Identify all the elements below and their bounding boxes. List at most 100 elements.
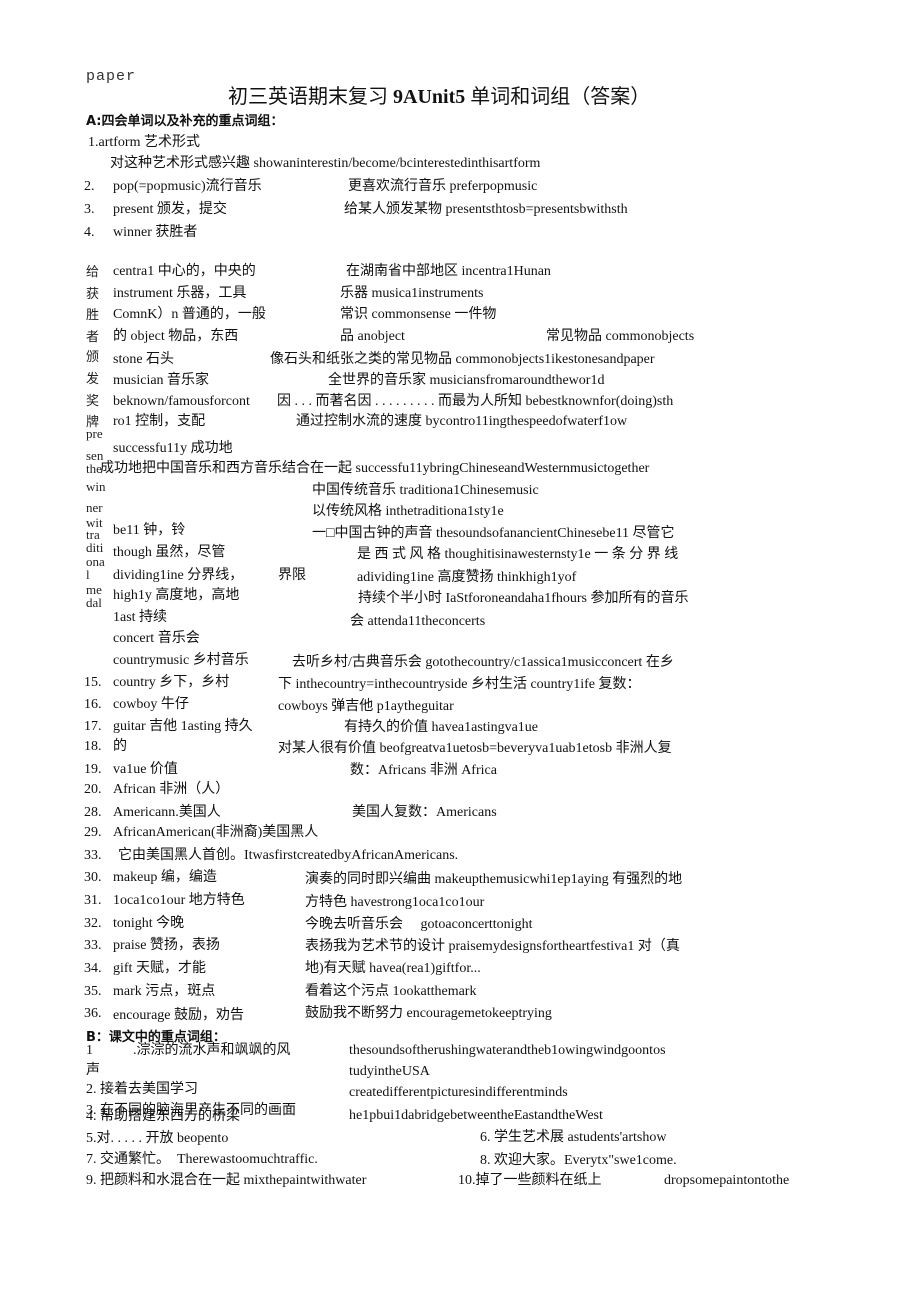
vocab-text: 看着这个污点 1ookatthemark	[305, 984, 477, 999]
vocab-text: 31.	[84, 893, 102, 908]
vocab-text: countrymusic 乡村音乐	[113, 653, 249, 668]
vocab-text: 成功地把中国音乐和西方音乐结合在一起 successfu11ybringChin…	[100, 461, 650, 476]
section-a-heading: A:四会单词以及补充的重点词组：	[86, 114, 284, 129]
phrase-text: .淙淙的流水声和飒飒的风	[133, 1043, 291, 1058]
vocab-text: dividing1ine 分界线，	[113, 568, 244, 583]
vocab-text: AfricanAmerican(非洲裔)美国黑人	[113, 825, 319, 840]
vocab-text: 1oca1co1our 地方特色	[113, 893, 245, 908]
vocab-text: 全世界的音乐家 musiciansfromaroundthewor1d	[328, 373, 605, 388]
vocab-text: tonight 今晚	[113, 916, 185, 931]
margin-fragment: pre	[86, 426, 103, 441]
vocab-text: musician 音乐家	[113, 373, 210, 388]
margin-fragment: 颁	[86, 349, 100, 364]
title-part: 初三英语期末复习	[228, 86, 393, 108]
vocab-text: 30.	[84, 870, 102, 885]
vocab-text: 常识 commonsense 一件物	[340, 307, 497, 322]
phrase-text: 6. 学生艺术展 astudents'artshow	[480, 1130, 667, 1145]
vocab-text: 33.	[84, 938, 102, 953]
vocab-text: 一□中国古钟的声音 thesoundsofanancientChinesebe1…	[312, 526, 675, 541]
vocab-text: 3.	[84, 202, 95, 217]
vocab-text: 29.	[84, 825, 102, 840]
margin-fragment: win	[86, 479, 106, 494]
vocab-text: 更喜欢流行音乐 preferpopmusic	[348, 179, 538, 194]
vocab-text: 表扬我为艺术节的设计 praisemydesignsfortheartfesti…	[305, 939, 680, 954]
vocab-text: ComnK）n 普通的，一般	[113, 307, 266, 322]
phrase-text: 9. 把颜料和水混合在一起 mixthepaintwithwater	[86, 1173, 367, 1188]
phrase-text: dropsomepaintontothe	[664, 1173, 790, 1188]
vocab-text: 1.artform 艺术形式	[88, 135, 200, 150]
vocab-text: 常见物品 commonobjects	[546, 329, 695, 344]
vocab-text: 演奏的同时即兴编曲 makeupthemusicwhi1ep1aying 有强烈…	[305, 872, 683, 887]
margin-fragment: 发	[86, 371, 100, 386]
vocab-text: 它由美国黑人首创。ItwasfirstcreatedbyAfricanAmeri…	[118, 848, 459, 863]
vocab-text: 持续个半小时 IaStforoneandaha1fhours 参加所有的音乐	[358, 591, 689, 606]
vocab-text: 鼓励我不断努力 encouragemetokeeptrying	[305, 1006, 552, 1021]
vocab-text: 地)有天赋 havea(rea1)giftfor...	[305, 961, 481, 976]
phrase-text: tudyintheUSA	[349, 1064, 430, 1079]
vocab-text: 4.	[84, 225, 95, 240]
margin-fragment: 获	[86, 286, 100, 301]
vocab-text: be11 钟，铃	[113, 523, 186, 538]
vocab-text: 对某人很有价值 beofgreatva1uetosb=beveryva1uab1…	[278, 741, 672, 756]
vocab-text: 乐器 musica1instruments	[340, 286, 484, 301]
vocab-text: 32.	[84, 916, 102, 931]
vocab-text: though 虽然，尽管	[113, 545, 226, 560]
vocab-text: stone 石头	[113, 352, 175, 367]
vocab-text: 18.	[84, 739, 102, 754]
vocab-text: cowboy 牛仔	[113, 697, 189, 712]
vocab-text: gift 天赋，才能	[113, 961, 206, 976]
vocab-text: 像石头和纸张之类的常见物品 commonobjects1ikestonesand…	[270, 352, 655, 367]
vocab-text: 28.	[84, 805, 102, 820]
vocab-text: 2.	[84, 179, 95, 194]
vocab-text: 15.	[84, 675, 102, 690]
vocab-text: 33.	[84, 848, 102, 863]
vocab-text: 界限	[278, 568, 306, 583]
vocab-text: praise 赞扬，表扬	[113, 938, 220, 953]
vocab-text: 品 anobject	[340, 329, 405, 344]
phrase-text: he1pbui1dabridgebetweentheEastandtheWest	[349, 1108, 603, 1123]
margin-fragment: the	[86, 461, 102, 476]
vocab-text: winner 获胜者	[113, 225, 198, 240]
vocab-text: makeup 编，编造	[113, 870, 217, 885]
vocab-text: 会 attenda11theconcerts	[350, 614, 486, 629]
vocab-text: present 颁发，提交	[113, 202, 227, 217]
margin-fragment: 者	[86, 329, 100, 344]
title-part: 9AUnit5	[393, 86, 466, 108]
vocab-text: centra1 中心的，中央的	[113, 264, 256, 279]
title-part: 单词和词组（答案）	[465, 86, 651, 108]
page-title: 初三英语期末复习 9AUnit5 单词和词组（答案）	[228, 85, 650, 109]
phrase-text: 声	[86, 1063, 100, 1078]
vocab-text: va1ue 价值	[113, 762, 178, 777]
phrase-text: 7. 交通繁忙。 Therewastoomuchtraffic.	[86, 1152, 318, 1167]
vocab-text: encourage 鼓励，劝告	[113, 1008, 245, 1023]
vocab-text: 20.	[84, 782, 102, 797]
phrase-text: thesoundsoftherushingwaterandtheb1owingw…	[349, 1043, 666, 1058]
vocab-text: 以传统风格 inthetraditiona1sty1e	[312, 504, 504, 519]
vocab-text: 数：Africans 非洲 Africa	[350, 763, 497, 778]
vocab-text: 方特色 havestrong1oca1co1our	[305, 895, 485, 910]
vocab-text: 35.	[84, 984, 102, 999]
vocab-text: high1y 高度地，高地	[113, 588, 240, 603]
vocab-text: 的 object 物品，东西	[113, 329, 239, 344]
vocab-text: 因 . . . 而著名因 . . . . . . . . . 而最为人所知 be…	[277, 394, 674, 409]
vocab-text: Americann.美国人	[113, 805, 221, 820]
phrase-text: 5.对. . . . . 开放 beopento	[86, 1131, 229, 1146]
phrase-text: createdifferentpicturesindifferentminds	[349, 1085, 568, 1100]
vocab-text: African 非洲（人）	[113, 782, 230, 797]
phrase-text: 1	[86, 1043, 93, 1058]
vocab-text: 对这种艺术形式感兴趣 showaninterestin/become/bcint…	[110, 156, 541, 171]
vocab-text: 今晚去听音乐会 gotoaconcerttonight	[305, 917, 533, 932]
vocab-text: 16.	[84, 697, 102, 712]
vocab-text: 有持久的价值 havea1astingva1ue	[344, 720, 539, 735]
vocab-text: 1ast 持续	[113, 610, 168, 625]
margin-fragment: 给	[86, 264, 100, 279]
vocab-text: beknown/famousforcont	[113, 394, 250, 409]
vocab-text: adividing1ine 高度赞扬 thinkhigh1yof	[357, 570, 577, 585]
phrase-text: 2. 接着去美国学习	[86, 1082, 198, 1097]
vocab-text: 是 西 式 风 格 thoughitisinawesternsty1e 一 条 …	[357, 547, 679, 562]
vocab-text: ro1 控制，支配	[113, 414, 206, 429]
vocab-text: 17.	[84, 719, 102, 734]
vocab-text: 19.	[84, 762, 102, 777]
phrase-text: 8. 欢迎大家。Everytx"swe1come.	[480, 1153, 677, 1168]
vocab-text: cowboys 弹吉他 p1aytheguitar	[278, 699, 454, 714]
